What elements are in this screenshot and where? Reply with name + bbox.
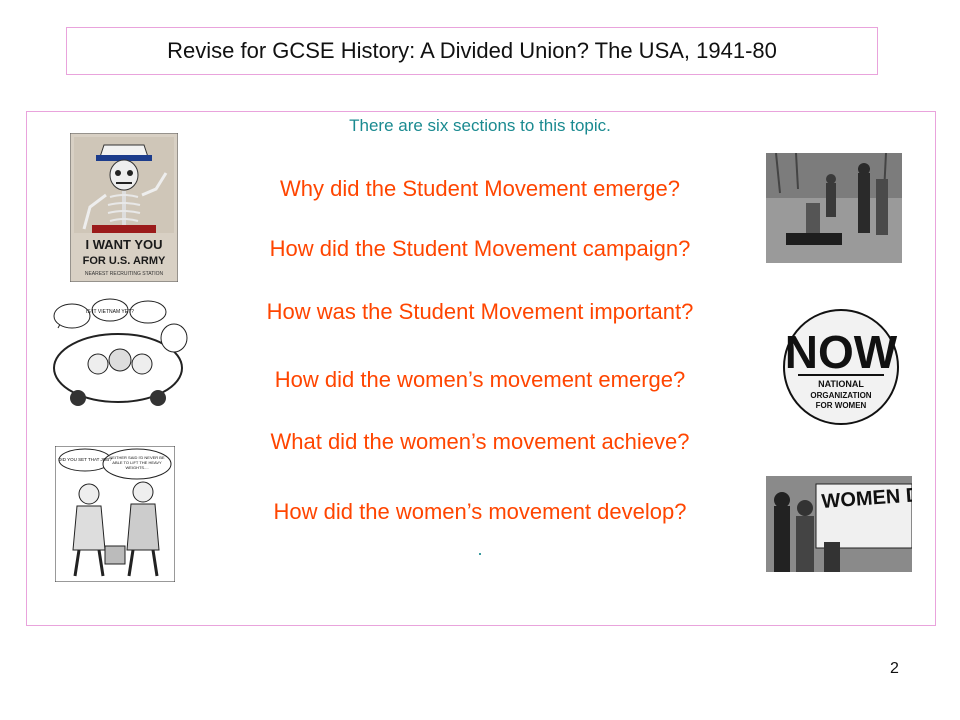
women-bubble-2: NEITHER SAID I'D NEVER BE ABLE TO LIFT T… [109, 455, 165, 470]
now-button-image: NOW NATIONAL ORGANIZATION FOR WOMEN [782, 308, 900, 426]
section-question-6: How did the women’s movement develop? [273, 499, 687, 524]
section-question-5: What did the women’s movement achieve? [270, 429, 690, 454]
now-line-1: NATIONAL [818, 379, 864, 389]
student-protest-photo [766, 153, 902, 263]
women-demand-photo: WOMEN DEMAND [766, 476, 912, 572]
recruiting-poster-image: I WANT YOU FOR U.S. ARMY NEAREST RECRUIT… [70, 133, 178, 282]
now-logo: NOW [785, 326, 898, 378]
slide-title: Revise for GCSE History: A Divided Union… [167, 38, 777, 63]
page-number: 2 [890, 660, 899, 677]
poster-line-1: I WANT YOU [85, 237, 162, 252]
women-cartoon-image: DID YOU SET THAT JOB? NEITHER SAID I'D N… [55, 446, 175, 582]
title-box: Revise for GCSE History: A Divided Union… [66, 27, 878, 75]
now-line-3: FOR WOMEN [816, 401, 867, 410]
section-question-2: How did the Student Movement campaign? [269, 236, 691, 261]
section-question-4: How did the women’s movement emerge? [274, 367, 686, 392]
women-bubble-1: DID YOU SET THAT JOB? [58, 457, 112, 462]
poster-line-3: NEAREST RECRUITING STATION [85, 271, 164, 277]
section-question-3: How was the Student Movement important? [266, 299, 694, 324]
poster-line-2: FOR U.S. ARMY [83, 255, 166, 267]
vietnam-cartoon-image: IS IT VIETNAM YET? [48, 298, 188, 408]
now-line-2: ORGANIZATION [810, 391, 871, 400]
section-question-1: Why did the Student Movement emerge? [280, 176, 680, 201]
vietnam-bubble: IS IT VIETNAM YET? [86, 309, 134, 315]
